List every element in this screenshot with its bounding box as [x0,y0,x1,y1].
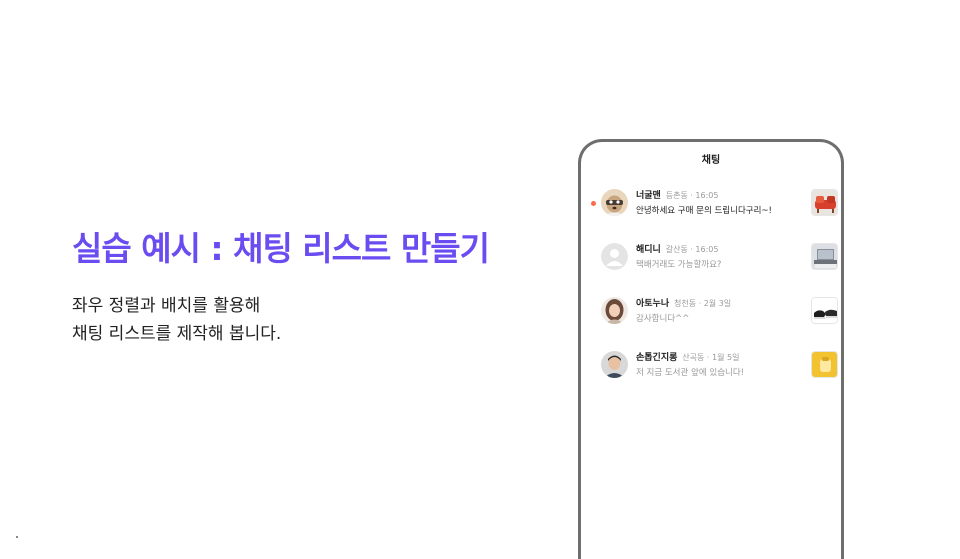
man-avatar-icon [601,351,628,378]
chat-text: 아토누나 청천동 · 2월 3일 감사합니다^^ [636,298,806,325]
phone-mockup: 채팅 너굴맨 등촌동 · 16:05 안녕하세요 구매 문의 드립니다구리~! [578,139,844,559]
raccoon-avatar-icon [601,189,628,216]
unread-indicator [591,201,596,206]
chat-text: 손톱긴지롱 산곡동 · 1월 5일 저 지금 도서관 앞에 있습니다! [636,352,806,379]
sneakers-thumbnail-icon [811,297,838,324]
chat-meta: 갈산동 · 16:05 [665,245,719,254]
chat-last-message: 감사합니다^^ [636,314,690,324]
chat-name: 아토누나 [636,299,670,309]
chat-header-title: 채팅 [701,155,721,166]
slide-description-line: 채팅 리스트를 제작해 봅니다. [72,324,282,344]
corner-mark [16,536,18,538]
chat-text: 해디니 갈산동 · 16:05 택배거래도 가능할까요? [636,244,806,271]
slide-description: 좌우 정렬과 배치를 활용해 채팅 리스트를 제작해 봅니다. [72,292,281,348]
chat-meta: 산곡동 · 1월 5일 [682,353,740,362]
yellow-pouch-thumbnail-icon [811,351,838,378]
chat-text: 너굴맨 등촌동 · 16:05 안녕하세요 구매 문의 드립니다구리~! [636,190,806,217]
red-sofa-thumbnail-icon [811,189,838,216]
chat-list-item[interactable]: 아토누나 청천동 · 2월 3일 감사합니다^^ [581,297,841,337]
chat-last-message: 택배거래도 가능할까요? [636,260,722,270]
chat-list-item[interactable]: 해디니 갈산동 · 16:05 택배거래도 가능할까요? [581,243,841,283]
laptop-thumbnail-icon [811,243,838,270]
chat-list-item[interactable]: 너굴맨 등촌동 · 16:05 안녕하세요 구매 문의 드립니다구리~! [581,189,841,229]
chat-list-item[interactable]: 손톱긴지롱 산곡동 · 1월 5일 저 지금 도서관 앞에 있습니다! [581,351,841,391]
woman-avatar-icon [601,297,628,324]
slide-description-line: 좌우 정렬과 배치를 활용해 [72,296,261,316]
default-avatar-icon [601,243,628,270]
chat-name: 너굴맨 [636,191,661,201]
slide-title: 실습 예시 : 채팅 리스트 만들기 [72,229,490,268]
chat-last-message: 저 지금 도서관 앞에 있습니다! [636,368,745,378]
chat-meta: 등촌동 · 16:05 [665,191,719,200]
chat-last-message: 안녕하세요 구매 문의 드립니다구리~! [636,206,772,216]
chat-name: 손톱긴지롱 [636,353,678,363]
chat-meta: 청천동 · 2월 3일 [674,299,732,308]
chat-name: 해디니 [636,245,661,255]
